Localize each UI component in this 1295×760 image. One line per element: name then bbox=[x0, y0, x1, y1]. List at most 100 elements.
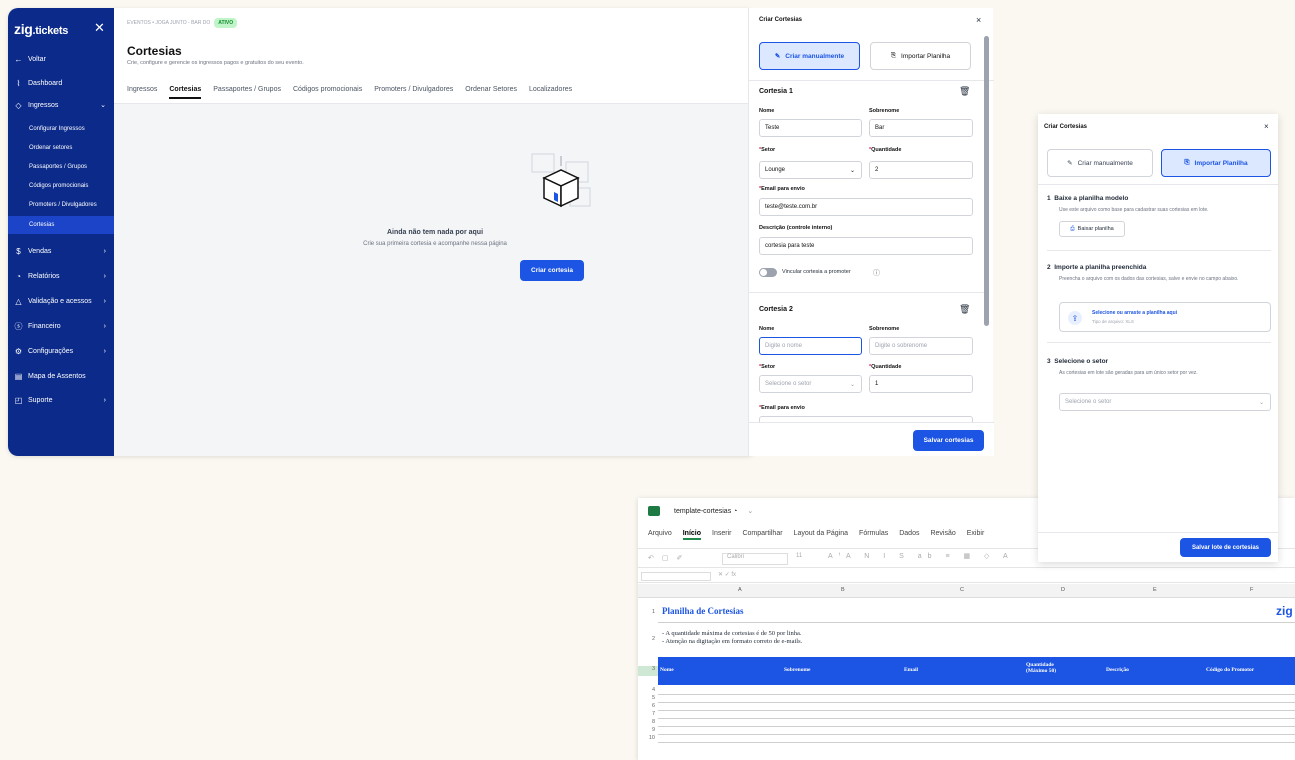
sidebar-item-label: Dashboard bbox=[28, 79, 63, 87]
menu-inserir[interactable]: Inserir bbox=[712, 530, 731, 540]
menu-dados[interactable]: Dados bbox=[899, 530, 919, 540]
font-select[interactable]: Calibri bbox=[722, 553, 788, 565]
sidebar-item-mapa[interactable]: ▤ Mapa de Assentos bbox=[8, 365, 114, 387]
quantidade-field[interactable]: 2 bbox=[869, 161, 973, 179]
sidebar-item-relatorios[interactable]: ◔ Relatórios › bbox=[8, 265, 114, 287]
menu-compartilhar[interactable]: Compartilhar bbox=[742, 530, 782, 540]
sidebar-item-dashboard[interactable]: ⌇ Dashboard bbox=[8, 72, 114, 94]
sobrenome-input[interactable]: Digite o sobrenome bbox=[869, 337, 973, 355]
menu-exibir[interactable]: Exibir bbox=[967, 530, 985, 540]
header-quantidade[interactable]: Quantidade (Máximo 50) bbox=[1026, 662, 1066, 674]
tab-passaportes[interactable]: Passaportes / Grupos bbox=[213, 86, 281, 99]
col-f[interactable]: F bbox=[1250, 587, 1253, 593]
trash-icon[interactable]: 🗑 bbox=[959, 86, 970, 97]
upload-dropzone[interactable]: ⇪ Selecione ou arraste a planilha aqui T… bbox=[1059, 302, 1271, 332]
sidebar-item-configuracoes[interactable]: ⚙ Configurações › bbox=[8, 340, 114, 362]
close-icon[interactable]: × bbox=[976, 15, 981, 25]
scrollbar[interactable] bbox=[984, 36, 989, 326]
menu-inicio[interactable]: Início bbox=[682, 530, 702, 540]
brush-icon[interactable]: ✐ bbox=[677, 554, 683, 562]
tab-localizadores[interactable]: Localizadores bbox=[529, 86, 572, 99]
baixar-planilha-button[interactable]: ⎙ Baixar planilha bbox=[1059, 221, 1125, 237]
font-size-select[interactable]: 11 bbox=[796, 553, 802, 559]
setor-select[interactable]: Selecione o setor ⌄ bbox=[1059, 393, 1271, 411]
divider bbox=[1038, 532, 1278, 533]
tab-cortesias[interactable]: Cortesias bbox=[169, 86, 201, 99]
file-name[interactable]: template-cortesias ◔ ⌄ bbox=[674, 507, 753, 515]
sidebar-item-suporte[interactable]: ◰ Suporte › bbox=[8, 389, 114, 411]
sidebar-subitem-cortesias[interactable]: Cortesias bbox=[8, 216, 114, 234]
breadcrumb-text[interactable]: EVENTOS • JOGA JUNTO - BAR DO bbox=[127, 20, 210, 26]
back-button[interactable]: ← Voltar bbox=[8, 48, 114, 70]
col-a[interactable]: A bbox=[738, 587, 742, 593]
tab-criar-manualmente[interactable]: ✎ Criar manualmente bbox=[1047, 149, 1153, 177]
tab-criar-manualmente[interactable]: ✎ Criar manualmente bbox=[759, 42, 860, 70]
setor-select[interactable]: Lounge ⌄ bbox=[759, 161, 862, 179]
criar-cortesia-button[interactable]: Criar cortesia bbox=[520, 260, 584, 281]
header-email[interactable]: Email bbox=[904, 667, 918, 673]
row-number[interactable]: 1 bbox=[638, 609, 658, 615]
tab-importar-planilha[interactable]: ⎘ Importar Planilha bbox=[870, 42, 971, 70]
sidebar-item-financeiro[interactable]: ⓢ Financeiro › bbox=[8, 315, 114, 337]
help-icon[interactable]: ⓘ bbox=[873, 268, 880, 278]
menu-formulas[interactable]: Fórmulas bbox=[859, 530, 888, 540]
row-number[interactable]: 2 bbox=[638, 636, 658, 642]
undo-icon[interactable]: ↶ bbox=[648, 554, 654, 562]
sidebar-subitem-codigos[interactable]: Códigos promocionais bbox=[8, 177, 114, 195]
sidebar-subitem-passaportes[interactable]: Passaportes / Grupos bbox=[8, 158, 114, 176]
row-number[interactable]: 7 bbox=[638, 711, 658, 717]
nome-field[interactable]: Teste bbox=[759, 119, 862, 137]
ribbon-menu: Arquivo Início Inserir Compartilhar Layo… bbox=[648, 530, 984, 540]
col-b[interactable]: B bbox=[841, 587, 845, 593]
sheet-title[interactable]: Planilha de Cortesias bbox=[662, 606, 744, 616]
salvar-lote-button[interactable]: Salvar lote de cortesias bbox=[1180, 538, 1271, 557]
sobrenome-field[interactable]: Bar bbox=[869, 119, 973, 137]
tab-ordenar-setores[interactable]: Ordenar Setores bbox=[465, 86, 517, 99]
row-number[interactable]: 8 bbox=[638, 719, 658, 725]
sidebar-subitem-ordenar[interactable]: Ordenar setores bbox=[8, 139, 114, 157]
setor-select[interactable]: Selecione o setor ⌄ bbox=[759, 375, 862, 393]
row-number[interactable]: 3 bbox=[638, 666, 658, 676]
sidebar-item-vendas[interactable]: $ Vendas › bbox=[8, 240, 114, 262]
menu-layout[interactable]: Layout da Página bbox=[794, 530, 849, 540]
row-number[interactable]: 9 bbox=[638, 727, 658, 733]
menu-arquivo[interactable]: Arquivo bbox=[648, 530, 672, 540]
header-nome[interactable]: Nome bbox=[660, 667, 674, 673]
tab-promoters[interactable]: Promoters / Divulgadores bbox=[374, 86, 453, 99]
tab-importar-planilha[interactable]: ⎘ Importar Planilha bbox=[1161, 149, 1271, 177]
close-icon[interactable]: ✕ bbox=[94, 20, 105, 36]
row-number[interactable]: 6 bbox=[638, 703, 658, 709]
sidebar-item-ingressos[interactable]: ◇ Ingressos ⌄ bbox=[8, 94, 114, 116]
header-descricao[interactable]: Descrição bbox=[1106, 667, 1129, 673]
formula-bar[interactable]: ✕ ✓ fx bbox=[638, 570, 1295, 583]
tab-codigos[interactable]: Códigos promocionais bbox=[293, 86, 362, 99]
col-c[interactable]: C bbox=[960, 587, 964, 593]
salvar-cortesias-button[interactable]: Salvar cortesias bbox=[913, 430, 984, 451]
descricao-field[interactable]: cortesia para teste bbox=[759, 237, 973, 255]
sidebar-item-validacao[interactable]: △ Validação e acessos › bbox=[8, 290, 114, 312]
sheet-notes[interactable]: - A quantidade máxima de cortesias é de … bbox=[662, 630, 802, 646]
vincular-promoter-toggle[interactable] bbox=[759, 268, 777, 277]
header-codigo-promotor[interactable]: Código do Promotor bbox=[1206, 667, 1254, 673]
row-number[interactable]: 4 bbox=[638, 687, 658, 693]
email-field[interactable]: teste@teste.com.br bbox=[759, 198, 973, 216]
row-number[interactable]: 10 bbox=[638, 735, 658, 741]
name-box[interactable] bbox=[641, 572, 711, 581]
close-icon[interactable]: × bbox=[1264, 122, 1269, 131]
trash-icon[interactable]: 🗑 bbox=[959, 304, 970, 315]
clipboard-icon[interactable]: ▢ bbox=[662, 554, 669, 562]
col-d[interactable]: D bbox=[1061, 587, 1065, 593]
button-label: Baixar planilha bbox=[1077, 226, 1114, 232]
menu-revisao[interactable]: Revisão bbox=[930, 530, 955, 540]
sidebar-subitem-configurar[interactable]: Configurar Ingressos bbox=[8, 120, 114, 138]
header-sobrenome[interactable]: Sobrenome bbox=[784, 667, 810, 673]
cortesia-2-heading: Cortesia 2 bbox=[759, 306, 793, 313]
step-1-heading: 1 Baixe a planilha modelo bbox=[1047, 195, 1129, 202]
nome-input[interactable]: Digite o nome bbox=[759, 337, 862, 355]
quantidade-field[interactable]: 1 bbox=[869, 375, 973, 393]
row-number[interactable]: 5 bbox=[638, 695, 658, 701]
format-icons[interactable]: AꞋA N I S ab ≡ ▦ ◇ A bbox=[828, 552, 1014, 560]
tab-ingressos[interactable]: Ingressos bbox=[127, 86, 157, 99]
col-e[interactable]: E bbox=[1153, 587, 1157, 593]
sidebar-subitem-promoters[interactable]: Promoters / Divulgadores bbox=[8, 196, 114, 214]
